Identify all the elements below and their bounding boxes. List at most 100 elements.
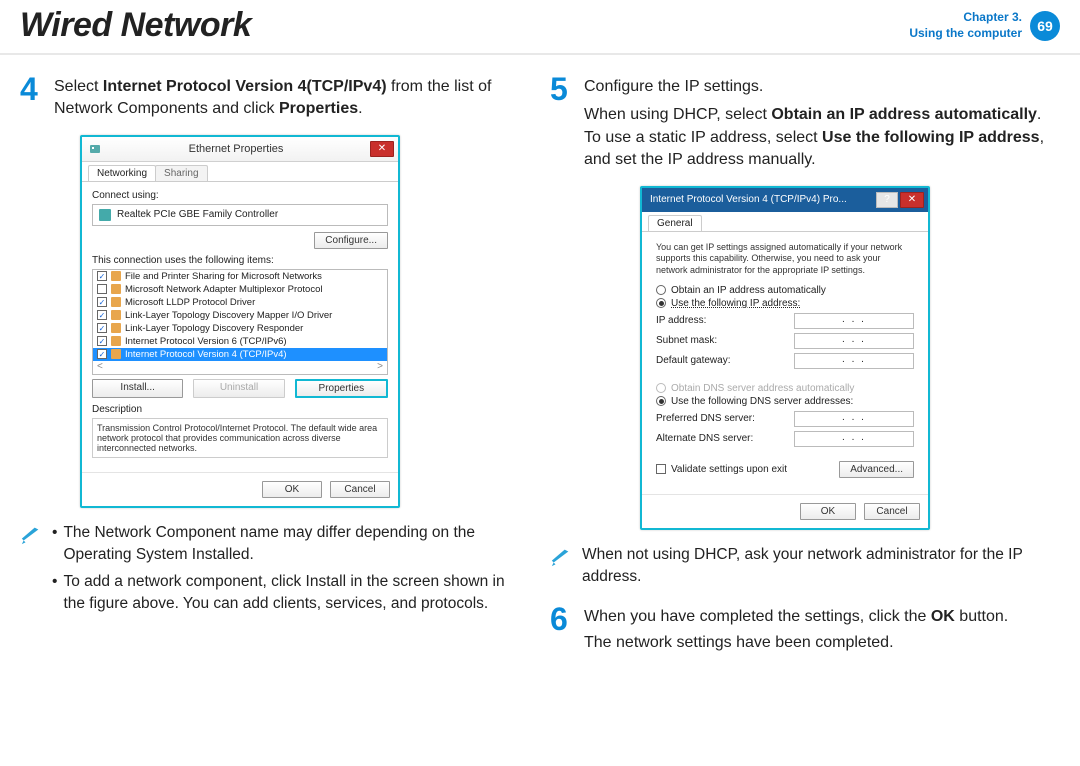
component-icon [111, 349, 121, 359]
gateway-field[interactable]: . . . [794, 353, 914, 369]
note-icon [550, 546, 572, 589]
page-title: Wired Network [20, 6, 251, 45]
list-item-label: Link-Layer Topology Discovery Responder [125, 323, 303, 334]
radio-use-dns[interactable]: Use the following DNS server addresses: [656, 396, 914, 407]
step-text: Configure the IP settings. When using DH… [584, 73, 1060, 172]
checkbox-icon[interactable]: ✓ [97, 336, 107, 346]
component-icon [111, 297, 121, 307]
list-item[interactable]: ✓ Link-Layer Topology Discovery Responder [93, 322, 387, 335]
list-item-label: Internet Protocol Version 6 (TCP/IPv6) [125, 336, 287, 347]
component-icon [111, 284, 121, 294]
tab-general[interactable]: General [648, 215, 702, 231]
left-column: 4 Select Internet Protocol Version 4(TCP… [20, 73, 530, 668]
description-text: Transmission Control Protocol/Internet P… [92, 418, 388, 458]
component-icon [111, 323, 121, 333]
step-text: Select Internet Protocol Version 4(TCP/I… [54, 73, 530, 121]
pref-dns-field[interactable]: . . . [794, 411, 914, 427]
list-item-label: Link-Layer Topology Discovery Mapper I/O… [125, 310, 332, 321]
radio-obtain-ip[interactable]: Obtain an IP address automatically [656, 285, 914, 296]
note-bullet-1: The Network Component name may differ de… [63, 522, 530, 567]
list-item-label: Internet Protocol Version 4 (TCP/IPv4) [125, 349, 287, 360]
chapter-block: Chapter 3. Using the computer 69 [909, 10, 1060, 41]
dialog-title: Internet Protocol Version 4 (TCP/IPv4) P… [648, 194, 876, 205]
page-header: Wired Network Chapter 3. Using the compu… [0, 0, 1080, 55]
list-item[interactable]: ✓ Internet Protocol Version 6 (TCP/IPv6) [93, 335, 387, 348]
adapter-icon [88, 142, 102, 156]
note-right: When not using DHCP, ask your network ad… [550, 544, 1060, 589]
ok-button[interactable]: OK [800, 503, 856, 520]
description-label: Description [92, 404, 388, 415]
configure-button[interactable]: Configure... [314, 232, 388, 249]
tab-sharing[interactable]: Sharing [155, 165, 207, 181]
list-item[interactable]: ✓ File and Printer Sharing for Microsoft … [93, 270, 387, 283]
subnet-field[interactable]: . . . [794, 333, 914, 349]
adapter-box: Realtek PCIe GBE Family Controller [92, 204, 388, 226]
list-item-label: Microsoft Network Adapter Multiplexor Pr… [125, 284, 322, 295]
list-item[interactable]: ✓ Link-Layer Topology Discovery Mapper I/… [93, 309, 387, 322]
list-item-label: Microsoft LLDP Protocol Driver [125, 297, 255, 308]
checkbox-icon[interactable]: ✓ [97, 297, 107, 307]
list-item[interactable]: ✓ Microsoft Network Adapter Multiplexor P… [93, 283, 387, 296]
radio-use-ip[interactable]: Use the following IP address: [656, 298, 914, 309]
checkbox-icon[interactable]: ✓ [97, 271, 107, 281]
step-6: 6 When you have completed the settings, … [550, 603, 1060, 655]
step-5: 5 Configure the IP settings. When using … [550, 73, 1060, 172]
connect-using-label: Connect using: [92, 190, 388, 201]
nic-icon [99, 209, 111, 221]
tab-networking[interactable]: Networking [88, 165, 156, 181]
radio-obtain-dns[interactable]: Obtain DNS server address automatically [656, 383, 914, 394]
validate-checkbox[interactable]: ✓Validate settings upon exit [656, 464, 787, 475]
gateway-label: Default gateway: [656, 355, 731, 366]
chapter-line: Chapter 3. [909, 10, 1022, 26]
advanced-button[interactable]: Advanced... [839, 461, 914, 478]
checkbox-icon[interactable]: ✓ [97, 349, 107, 359]
close-icon[interactable]: ✕ [370, 141, 394, 157]
dialog-tabs: Networking Sharing [82, 162, 398, 182]
step-number: 5 [550, 73, 576, 172]
dialog-titlebar: Ethernet Properties ✕ [82, 137, 398, 162]
checkbox-icon[interactable]: ✓ [97, 284, 107, 294]
dialog-title: Ethernet Properties [102, 143, 370, 155]
component-icon [111, 336, 121, 346]
note-text: When not using DHCP, ask your network ad… [582, 544, 1060, 589]
component-icon [111, 271, 121, 281]
cancel-button[interactable]: Cancel [330, 481, 390, 498]
checkbox-icon[interactable]: ✓ [97, 310, 107, 320]
dialog-titlebar: Internet Protocol Version 4 (TCP/IPv4) P… [642, 188, 928, 212]
ip-address-label: IP address: [656, 315, 706, 326]
ipv4-properties-dialog: Internet Protocol Version 4 (TCP/IPv4) P… [640, 186, 930, 530]
right-column: 5 Configure the IP settings. When using … [550, 73, 1060, 668]
page-number-badge: 69 [1030, 11, 1060, 41]
note-bullet-2: To add a network component, click Instal… [63, 571, 530, 616]
note-icon [20, 524, 42, 620]
subnet-label: Subnet mask: [656, 335, 717, 346]
component-icon [111, 310, 121, 320]
components-listbox[interactable]: ✓ File and Printer Sharing for Microsoft … [92, 269, 388, 375]
alt-dns-label: Alternate DNS server: [656, 433, 753, 444]
alt-dns-field[interactable]: . . . [794, 431, 914, 447]
list-item[interactable]: ✓ Microsoft LLDP Protocol Driver [93, 296, 387, 309]
chapter-text: Chapter 3. Using the computer [909, 10, 1022, 41]
adapter-name: Realtek PCIe GBE Family Controller [117, 209, 278, 220]
note-left: •The Network Component name may differ d… [20, 522, 530, 620]
scrollbar-horiz[interactable]: <> [93, 361, 387, 374]
uninstall-button[interactable]: Uninstall [193, 379, 284, 398]
step-number: 4 [20, 73, 46, 121]
step-text: When you have completed the settings, cl… [584, 603, 1008, 655]
info-text: You can get IP settings assigned automat… [648, 236, 922, 279]
ip-address-field[interactable]: . . . [794, 313, 914, 329]
ethernet-properties-dialog: Ethernet Properties ✕ Networking Sharing… [80, 135, 400, 508]
pref-dns-label: Preferred DNS server: [656, 413, 755, 424]
help-icon[interactable]: ? [876, 192, 898, 208]
cancel-button[interactable]: Cancel [864, 503, 920, 520]
close-icon[interactable]: ✕ [900, 192, 924, 208]
step-number: 6 [550, 603, 576, 655]
list-item-label: File and Printer Sharing for Microsoft N… [125, 271, 322, 282]
ok-button[interactable]: OK [262, 481, 322, 498]
checkbox-icon[interactable]: ✓ [97, 323, 107, 333]
chapter-subline: Using the computer [909, 26, 1022, 42]
properties-button[interactable]: Properties [295, 379, 388, 398]
install-button[interactable]: Install... [92, 379, 183, 398]
step-4: 4 Select Internet Protocol Version 4(TCP… [20, 73, 530, 121]
list-item[interactable]: ✓ Internet Protocol Version 4 (TCP/IPv4) [93, 348, 387, 361]
